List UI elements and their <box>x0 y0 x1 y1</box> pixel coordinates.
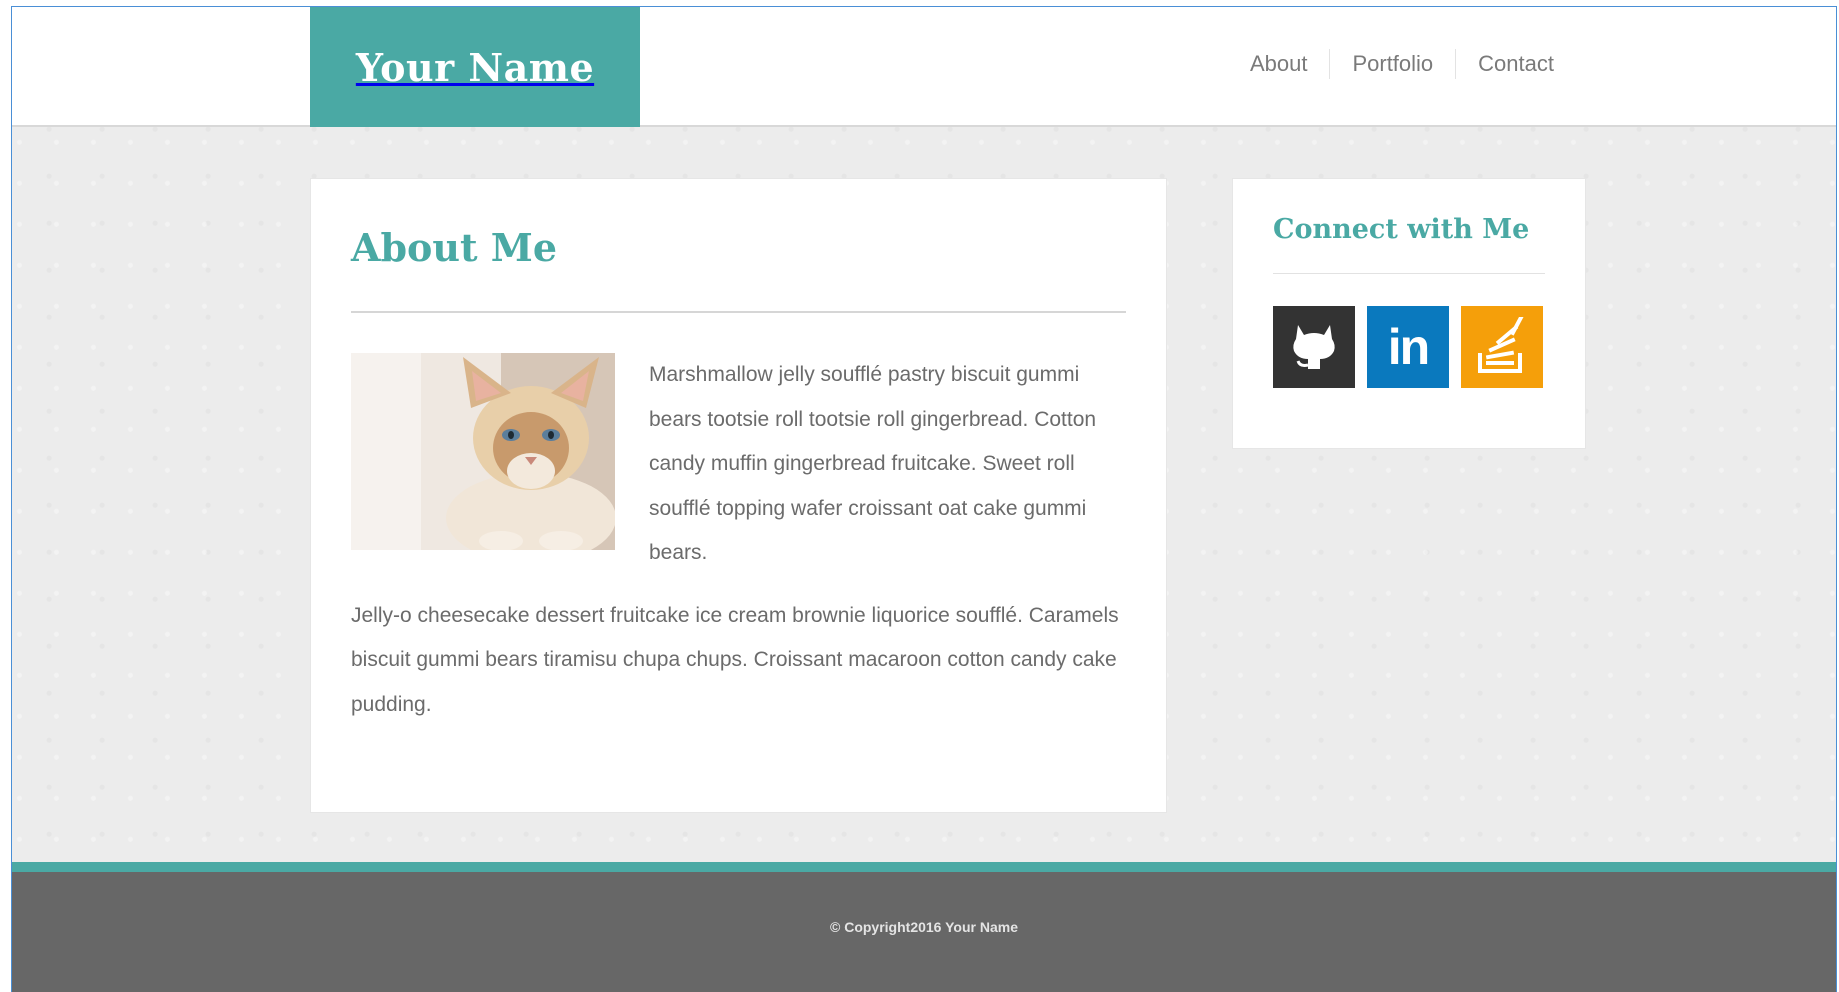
cat-illustration <box>351 353 615 550</box>
nav-link-contact[interactable]: Contact <box>1455 49 1576 79</box>
linkedin-icon: in <box>1387 319 1430 375</box>
stackoverflow-button[interactable] <box>1461 306 1543 388</box>
connect-card: Connect with Me in <box>1232 178 1586 449</box>
nav-link-portfolio[interactable]: Portfolio <box>1329 49 1455 79</box>
site-logo[interactable]: Your Name <box>310 7 640 127</box>
social-links: in <box>1273 306 1545 388</box>
about-paragraph-2: Jelly-o cheesecake dessert fruitcake ice… <box>351 603 1119 716</box>
main-nav: About Portfolio Contact <box>1228 49 1576 79</box>
about-title: About Me <box>351 225 558 270</box>
copyright-text: © Copyright2016 Your Name <box>830 918 1018 935</box>
site-header: Your Name About Portfolio Contact <box>12 7 1836 127</box>
logo-text: Your Name <box>355 44 595 90</box>
github-icon <box>1293 325 1335 369</box>
stackoverflow-icon <box>1478 317 1524 373</box>
github-button[interactable] <box>1273 306 1355 388</box>
browser-viewport: Your Name About Portfolio Contact About … <box>11 6 1837 992</box>
site-footer: © Copyright2016 Your Name <box>12 862 1836 992</box>
cat-photo <box>351 353 615 550</box>
nav-link-about[interactable]: About <box>1228 49 1330 79</box>
connect-divider <box>1273 273 1545 274</box>
linkedin-button[interactable]: in <box>1367 306 1449 388</box>
about-card: About Me Marshmallow jelly soufflé pastr… <box>310 178 1167 813</box>
connect-title: Connect with Me <box>1273 214 1530 245</box>
about-divider <box>351 311 1126 313</box>
